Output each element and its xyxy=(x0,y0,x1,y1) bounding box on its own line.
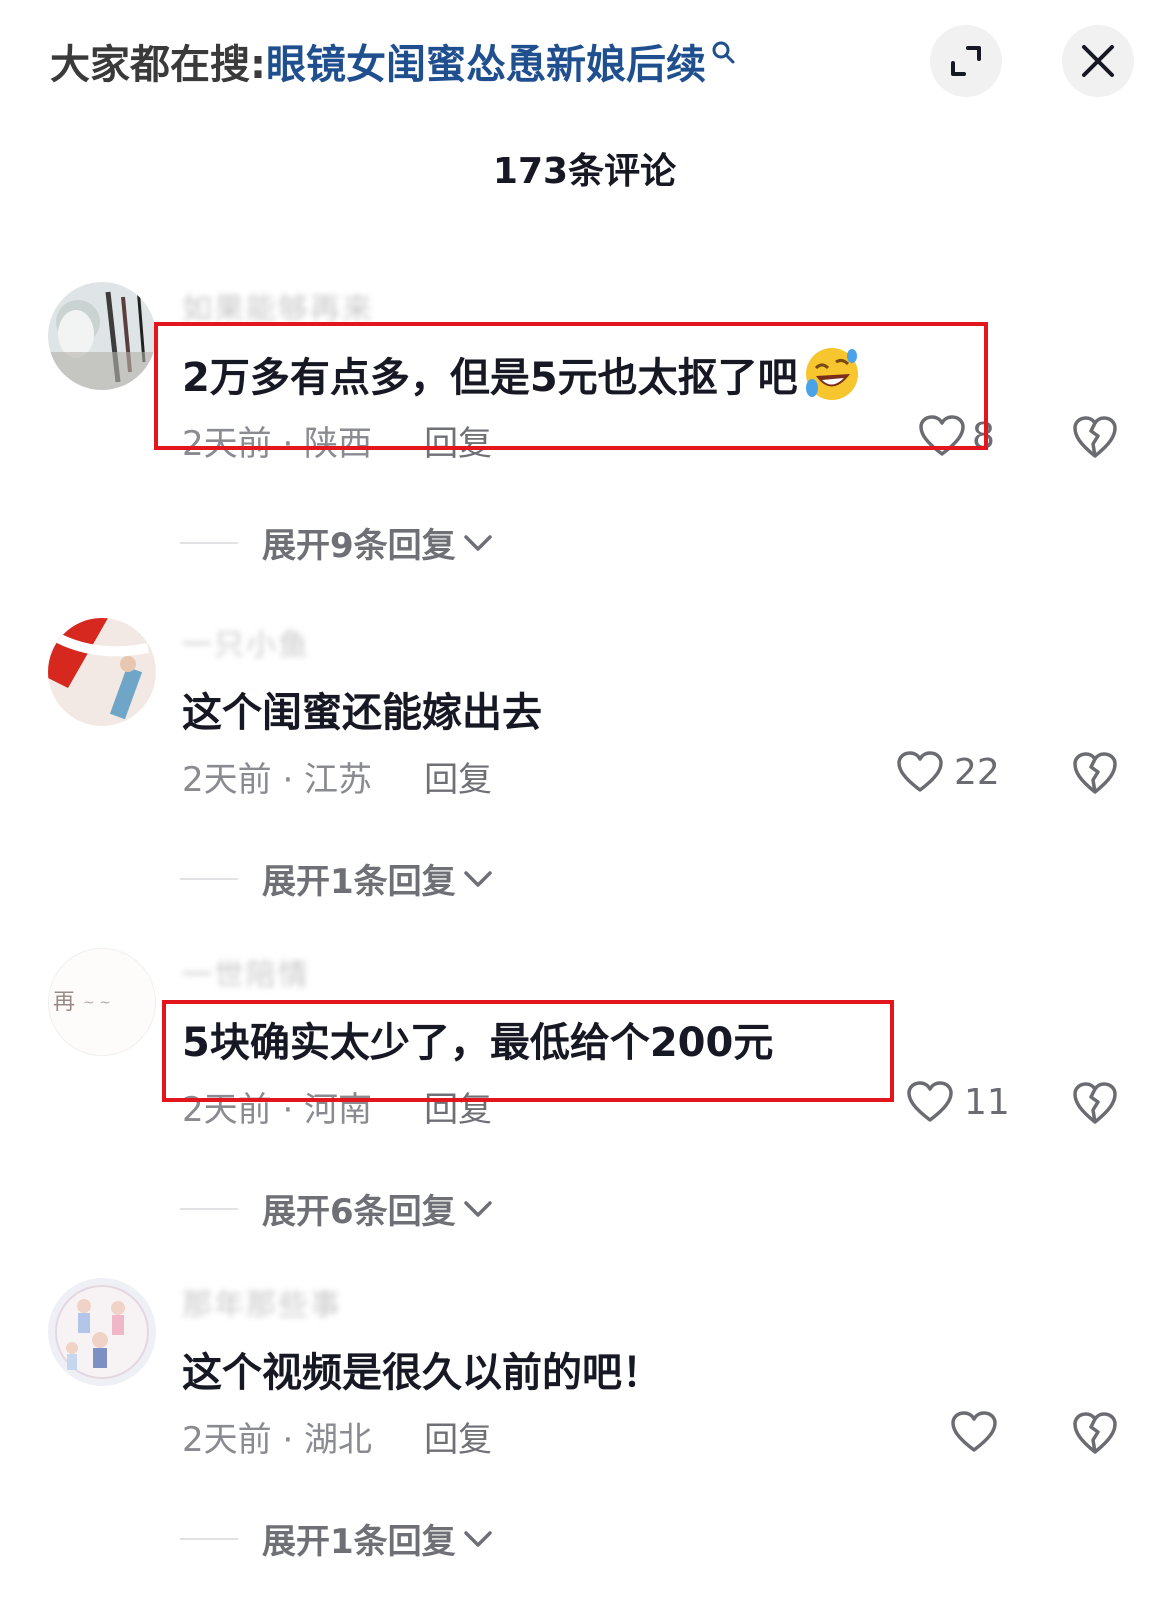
highlight-box xyxy=(154,322,988,450)
broken-heart-icon[interactable] xyxy=(1072,1410,1118,1456)
expand-icon xyxy=(951,46,981,76)
like-count: 22 xyxy=(954,751,1000,793)
avatar[interactable] xyxy=(48,1278,156,1386)
comment-count: 173条评论 xyxy=(492,151,677,192)
reply-button[interactable]: 回复 xyxy=(424,752,492,801)
comment-text: 这个视频是很久以前的吧！ xyxy=(182,1340,662,1398)
expand-replies[interactable]: 展开1条回复 xyxy=(180,854,496,903)
expand-replies[interactable]: 展开6条回复 xyxy=(180,1184,496,1233)
expand-replies-label: 展开1条回复 xyxy=(262,1522,456,1562)
expand-replies-label: 展开1条回复 xyxy=(262,862,456,902)
like-button[interactable]: 11 xyxy=(906,1080,1010,1124)
username[interactable]: 一只小鱼 xyxy=(182,620,310,664)
divider-line xyxy=(180,877,238,880)
expand-replies[interactable]: 展开1条回复 xyxy=(180,1514,496,1563)
expand-replies-label: 展开9条回复 xyxy=(262,526,456,566)
chevron-down-icon xyxy=(463,870,492,887)
divider-line xyxy=(180,1537,238,1540)
like-button[interactable] xyxy=(950,1410,998,1454)
comment-meta: 2天前 · 江苏 回复 xyxy=(182,752,492,801)
avatar[interactable] xyxy=(48,282,156,390)
chevron-down-icon xyxy=(463,534,492,551)
chevron-down-icon xyxy=(463,1200,492,1217)
like-button[interactable]: 22 xyxy=(896,750,1000,794)
search-suggestion[interactable]: 大家都在搜: 眼镜女闺蜜怂恿新娘后续 xyxy=(50,30,736,92)
broken-heart-icon[interactable] xyxy=(1072,1080,1118,1126)
heart-icon xyxy=(907,1081,953,1122)
divider-line xyxy=(180,1207,238,1210)
expand-replies-label: 展开6条回复 xyxy=(262,1192,456,1232)
expand-button[interactable] xyxy=(930,25,1002,97)
highlight-box xyxy=(162,1000,894,1102)
username[interactable]: 那年那些事 xyxy=(182,1280,342,1324)
search-query-link[interactable]: 眼镜女闺蜜怂恿新娘后续 xyxy=(266,32,706,90)
chevron-down-icon xyxy=(463,1530,492,1547)
comment-body: 这个闺蜜还能嫁出去 xyxy=(182,690,542,736)
svg-text:再: 再 xyxy=(53,990,75,1015)
close-button[interactable] xyxy=(1062,25,1134,97)
broken-heart-icon[interactable] xyxy=(1072,750,1118,796)
like-count: 11 xyxy=(964,1081,1010,1123)
divider-line xyxy=(180,541,238,544)
comment-meta: 2天前 · 湖北 回复 xyxy=(182,1412,492,1461)
avatar[interactable]: 再 ~ ~ xyxy=(48,948,156,1056)
comment-time-location: 2天前 · 江苏 xyxy=(182,760,373,800)
comment-item: 那年那些事 这个视频是很久以前的吧！ 2天前 · 湖北 回复 展开1条回复 xyxy=(0,1278,1169,1608)
expand-replies[interactable]: 展开9条回复 xyxy=(180,518,496,567)
comment-time-location: 2天前 · 湖北 xyxy=(182,1420,373,1460)
comment-item: 一只小鱼 这个闺蜜还能嫁出去 2天前 · 江苏 回复 22 展开1条回复 xyxy=(0,618,1169,948)
avatar[interactable] xyxy=(48,618,156,726)
heart-icon xyxy=(897,751,943,792)
comment-item: 再 ~ ~ 一世陪情 5块确实太少了，最低给个200元 2天前 · 河南 回复 … xyxy=(0,948,1169,1278)
search-prefix: 大家都在搜: xyxy=(50,42,266,88)
username[interactable]: 一世陪情 xyxy=(182,950,310,994)
comment-body: 这个视频是很久以前的吧！ xyxy=(182,1350,662,1396)
close-icon xyxy=(1082,45,1114,77)
svg-text:~ ~: ~ ~ xyxy=(83,995,111,1011)
search-icon xyxy=(712,41,735,64)
broken-heart-icon[interactable] xyxy=(1072,414,1118,460)
reply-button[interactable]: 回复 xyxy=(424,1412,492,1461)
heart-icon xyxy=(951,1411,997,1452)
comment-text: 这个闺蜜还能嫁出去 xyxy=(182,680,542,738)
